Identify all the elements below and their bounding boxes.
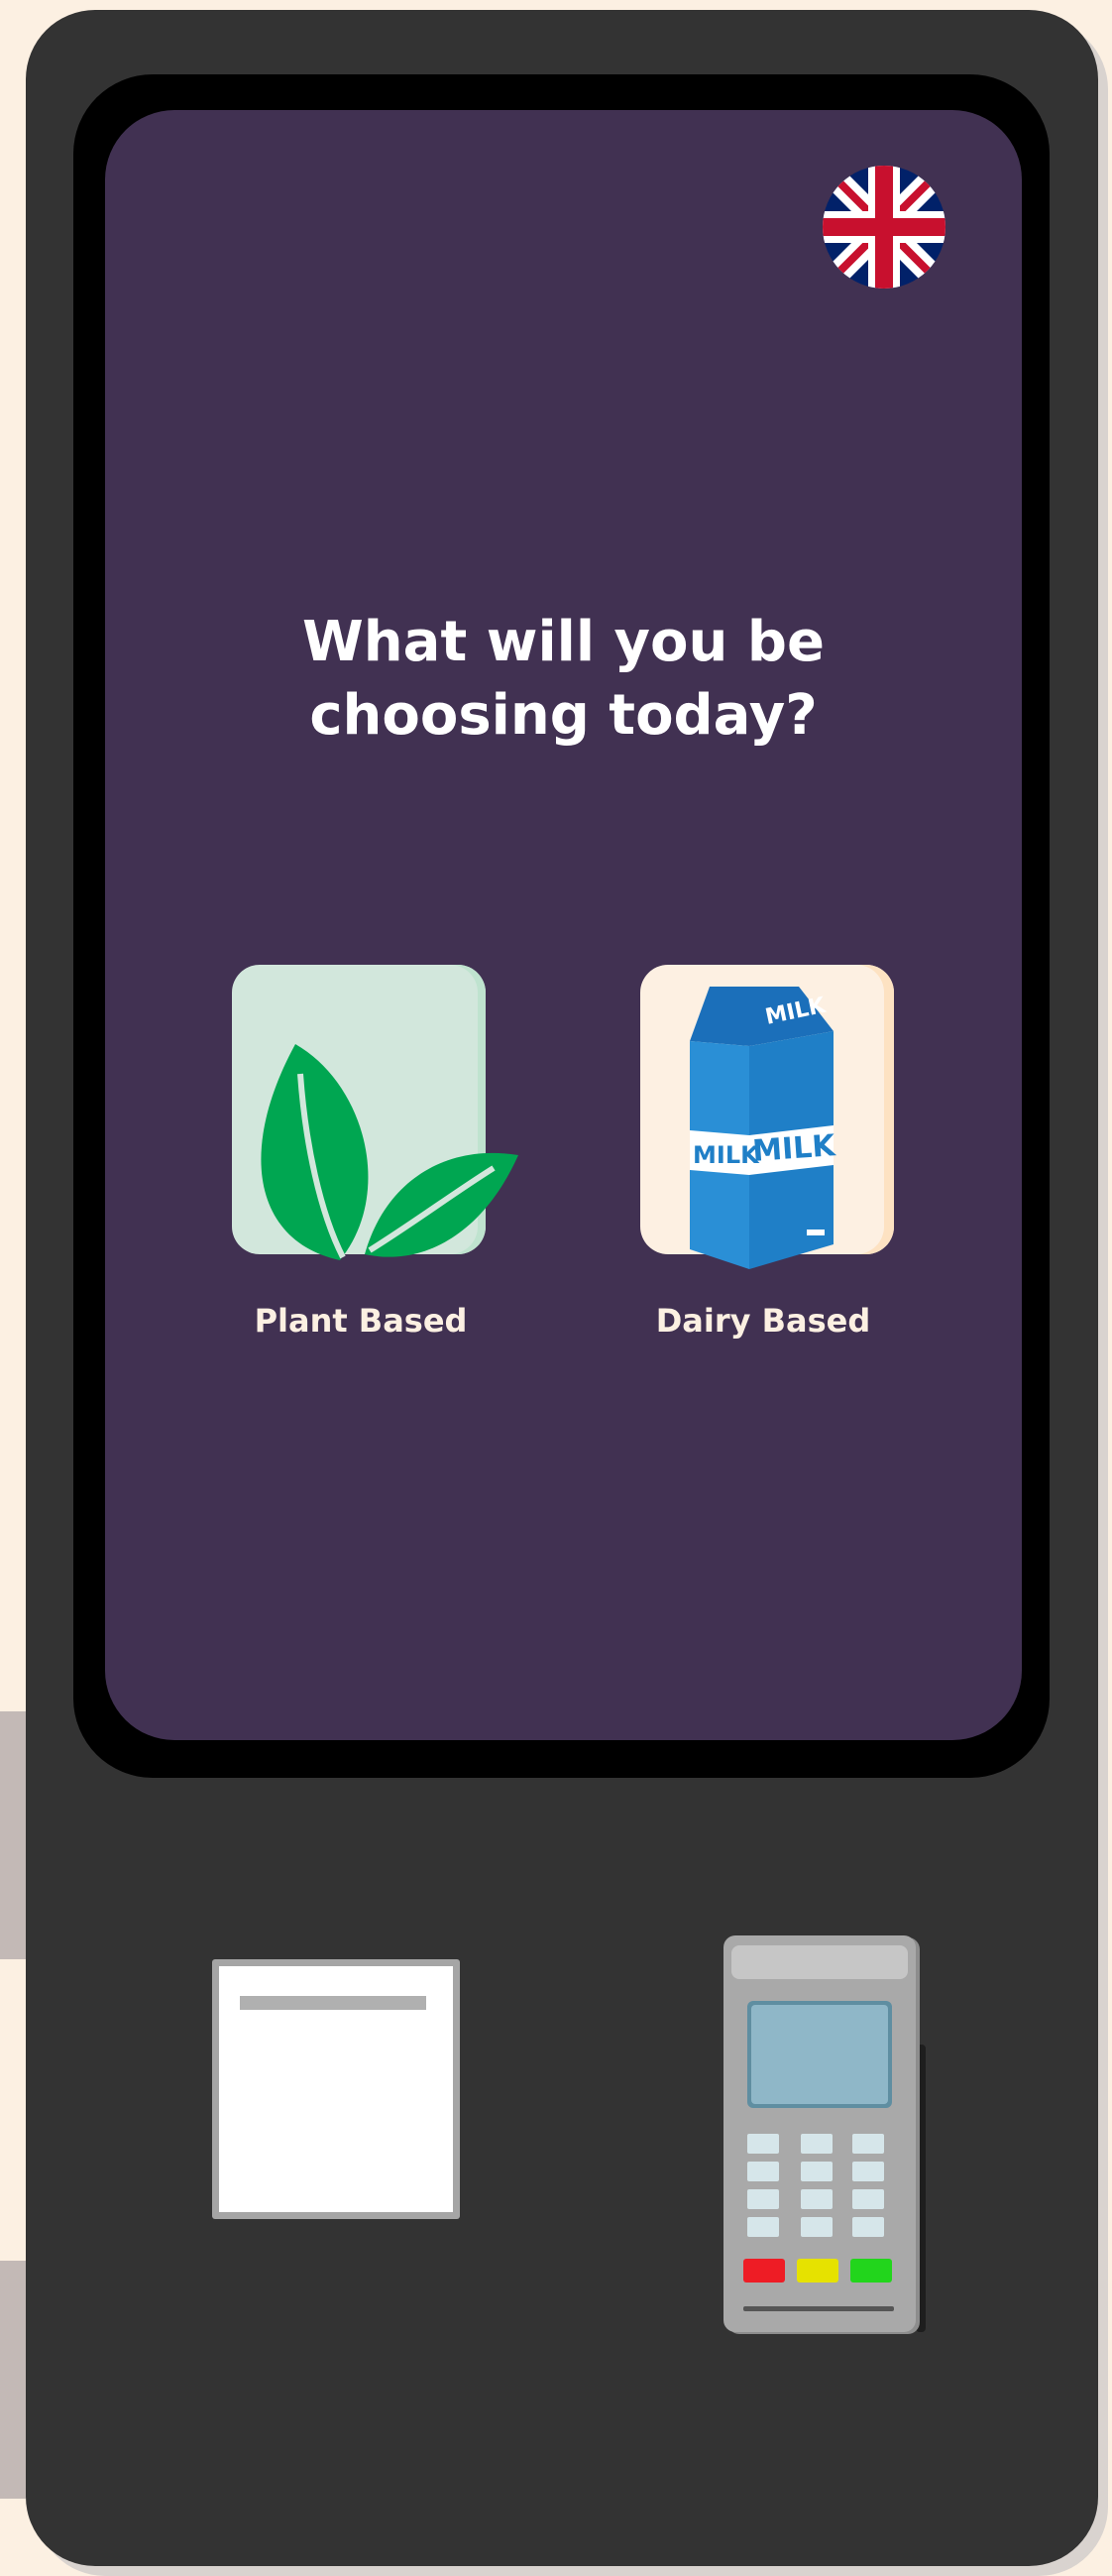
screen-bezel: What will you be choosing today? Plant B… xyxy=(73,74,1050,1778)
background-panel-lower xyxy=(0,2261,26,2499)
printer-slot xyxy=(240,1996,426,2010)
receipt-printer-icon xyxy=(212,1959,460,2219)
plant-based-label: Plant Based xyxy=(254,1302,468,1340)
question-heading: What will you be choosing today? xyxy=(302,610,825,748)
kiosk-screen: What will you be choosing today? Plant B… xyxy=(105,110,1022,1740)
leaves-icon xyxy=(261,1044,518,1260)
carton-side-text: MILK xyxy=(693,1141,760,1169)
dairy-based-label: Dairy Based xyxy=(655,1302,871,1340)
background-panel-upper xyxy=(0,1711,26,1959)
milk-carton-icon: MILK MILK MILK xyxy=(690,987,837,1269)
carton-front-text: MILK xyxy=(751,1128,837,1169)
uk-flag-icon[interactable] xyxy=(823,166,945,289)
kiosk-body: What will you be choosing today? Plant B… xyxy=(26,10,1098,2566)
card-terminal-icon xyxy=(720,1935,928,2346)
